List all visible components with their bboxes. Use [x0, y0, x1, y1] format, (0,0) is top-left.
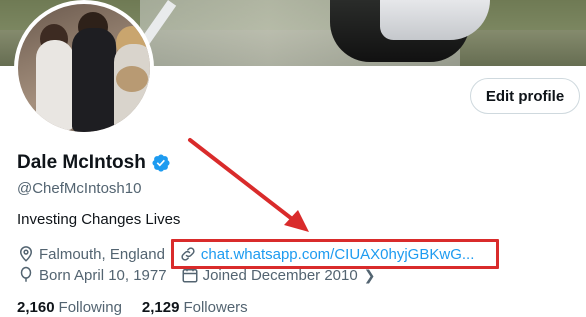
annotation-arrow — [188, 138, 309, 232]
